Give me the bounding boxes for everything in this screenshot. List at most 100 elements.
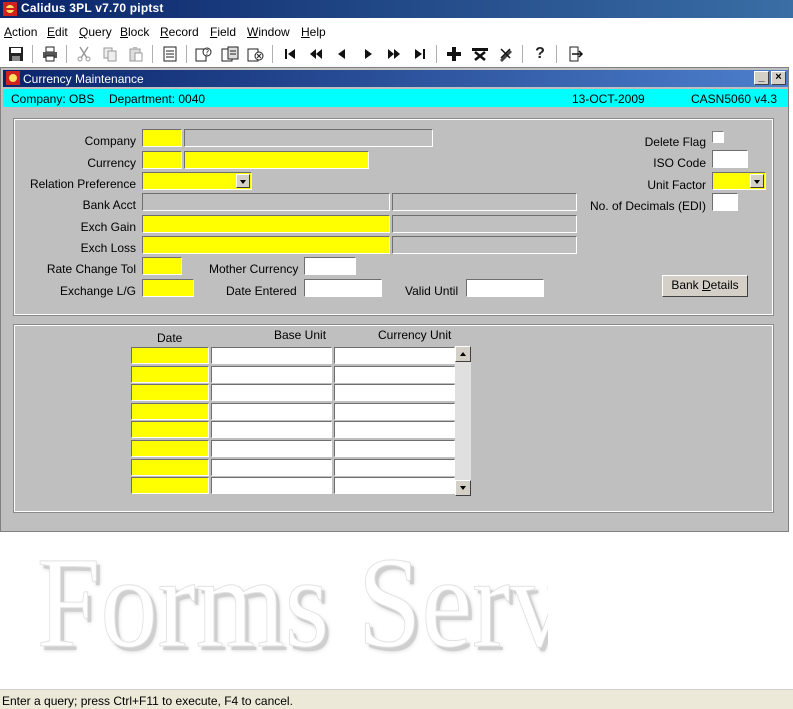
first-record-icon[interactable] <box>280 44 300 64</box>
save-icon[interactable] <box>6 44 26 64</box>
exch-gain-label: Exch Gain <box>80 220 136 234</box>
close-button[interactable]: × <box>771 71 786 85</box>
scroll-down-icon[interactable] <box>455 480 471 496</box>
column-header-base-unit: Base Unit <box>274 328 327 342</box>
base-unit-cell[interactable] <box>211 347 332 364</box>
iso-code-field[interactable] <box>712 150 748 168</box>
exch-loss-description-field[interactable] <box>392 236 577 254</box>
date-cell[interactable] <box>131 421 209 438</box>
rate-change-tol-label: Rate Change Tol <box>46 262 136 276</box>
date-entered-field[interactable] <box>304 279 382 297</box>
date-cell[interactable] <box>131 384 209 401</box>
no-of-decimals-field[interactable] <box>712 193 738 211</box>
menu-window[interactable]: Window <box>247 25 290 39</box>
menu-field[interactable]: Field <box>210 25 236 39</box>
base-unit-cell[interactable] <box>211 366 332 383</box>
exch-loss-field[interactable] <box>142 236 390 254</box>
currency-unit-cell[interactable] <box>334 459 455 476</box>
menu-block[interactable]: Block <box>120 25 149 39</box>
relation-preference-select[interactable] <box>142 172 252 190</box>
iso-code-label: ISO Code <box>653 156 706 170</box>
currency-unit-cell[interactable] <box>334 477 455 494</box>
status-bar: Enter a query; press Ctrl+F11 to execute… <box>0 689 793 709</box>
base-unit-cell[interactable] <box>211 440 332 457</box>
exit-icon[interactable] <box>566 44 586 64</box>
bank-acct-label: Bank Acct <box>82 198 136 212</box>
currency-unit-cell[interactable] <box>334 366 455 383</box>
bank-acct-field[interactable] <box>142 193 390 211</box>
exch-gain-description-field[interactable] <box>392 215 577 233</box>
grid-scrollbar[interactable] <box>455 346 471 496</box>
currency-unit-cell[interactable] <box>334 403 455 420</box>
date-entered-label: Date Entered <box>226 284 297 298</box>
currency-unit-cell[interactable] <box>334 347 455 364</box>
menu-action[interactable]: Action <box>4 25 37 39</box>
next-block-icon[interactable] <box>384 44 404 64</box>
currency-unit-cell[interactable] <box>334 440 455 457</box>
company-name-field[interactable] <box>184 129 433 147</box>
last-record-icon[interactable] <box>410 44 430 64</box>
copy-icon[interactable] <box>100 44 120 64</box>
query-cancel-icon[interactable] <box>246 44 266 64</box>
currency-code-field[interactable] <box>142 151 182 169</box>
context-bar: Company: OBS Department: 0040 13-OCT-200… <box>3 89 788 107</box>
delete-flag-checkbox[interactable] <box>712 131 724 143</box>
date-cell[interactable] <box>131 347 209 364</box>
company-code-field[interactable] <box>142 129 182 147</box>
date-cell[interactable] <box>131 403 209 420</box>
exchange-lg-label: Exchange L/G <box>59 284 136 298</box>
date-cell[interactable] <box>131 440 209 457</box>
menu-record[interactable]: Record <box>160 25 199 39</box>
currency-name-field[interactable] <box>184 151 369 169</box>
bank-acct-description-field[interactable] <box>392 193 577 211</box>
list-icon[interactable] <box>160 44 180 64</box>
next-record-icon[interactable] <box>358 44 378 64</box>
cut-icon[interactable] <box>74 44 94 64</box>
base-unit-cell[interactable] <box>211 384 332 401</box>
chevron-down-icon[interactable] <box>236 174 250 188</box>
unit-factor-select[interactable] <box>712 172 766 190</box>
context-department: Department: 0040 <box>109 92 206 106</box>
mother-currency-field[interactable] <box>304 257 356 275</box>
bank-details-button[interactable]: Bank Details <box>662 275 748 297</box>
previous-record-icon[interactable] <box>332 44 352 64</box>
menu-edit[interactable]: Edit <box>47 25 68 39</box>
base-unit-cell[interactable] <box>211 421 332 438</box>
rate-change-tol-field[interactable] <box>142 257 182 275</box>
base-unit-cell[interactable] <box>211 403 332 420</box>
base-unit-cell[interactable] <box>211 477 332 494</box>
date-cell[interactable] <box>131 366 209 383</box>
menu-help[interactable]: Help <box>301 25 326 39</box>
insert-record-icon[interactable] <box>444 44 464 64</box>
query-execute-icon[interactable] <box>220 44 240 64</box>
currency-unit-cell[interactable] <box>334 421 455 438</box>
exch-loss-label: Exch Loss <box>80 241 136 255</box>
menu-query[interactable]: Query <box>79 25 112 39</box>
paste-icon[interactable] <box>126 44 146 64</box>
minimize-button[interactable]: _ <box>754 71 769 85</box>
exch-gain-field[interactable] <box>142 215 390 233</box>
date-cell[interactable] <box>131 459 209 476</box>
previous-block-icon[interactable] <box>306 44 326 64</box>
currency-label: Currency <box>87 156 136 170</box>
clear-record-icon[interactable] <box>496 44 516 64</box>
exchange-lg-field[interactable] <box>142 279 194 297</box>
currency-unit-cell[interactable] <box>334 384 455 401</box>
form-icon <box>6 71 20 85</box>
valid-until-field[interactable] <box>466 279 544 297</box>
base-unit-cell[interactable] <box>211 459 332 476</box>
query-enter-icon[interactable]: ? <box>194 44 214 64</box>
scroll-up-icon[interactable] <box>455 346 471 362</box>
app-logo-icon <box>3 2 17 16</box>
help-icon[interactable]: ? <box>530 44 550 64</box>
delete-flag-label: Delete Flag <box>644 135 706 149</box>
status-message: Enter a query; press Ctrl+F11 to execute… <box>2 694 293 708</box>
svg-text:?: ? <box>205 48 209 57</box>
delete-record-icon[interactable] <box>470 44 490 64</box>
chevron-down-icon[interactable] <box>750 174 764 188</box>
print-icon[interactable] <box>40 44 60 64</box>
no-of-decimals-label: No. of Decimals (EDI) <box>589 199 706 213</box>
menu-bar: Action Edit Query Block Record Field Win… <box>0 22 793 42</box>
date-cell[interactable] <box>131 477 209 494</box>
window-title-bar: Currency Maintenance _ × <box>3 70 788 87</box>
